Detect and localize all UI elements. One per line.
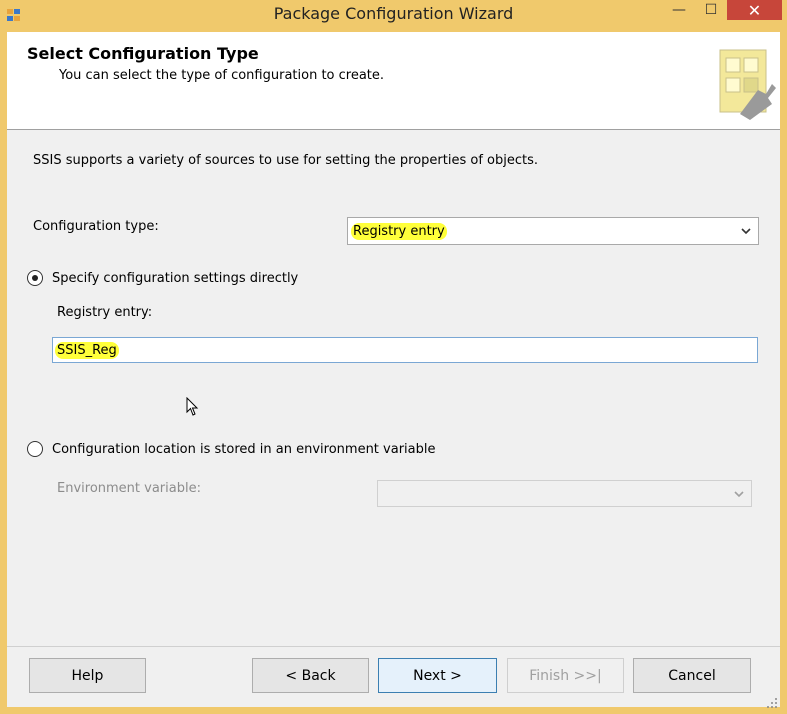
wizard-header: Select Configuration Type You can select… — [7, 32, 780, 130]
mouse-pointer-icon — [186, 397, 199, 416]
configuration-type-label: Configuration type: — [33, 219, 159, 234]
registry-entry-value: SSIS_Reg — [55, 342, 119, 359]
chevron-down-icon — [741, 228, 751, 235]
wizard-content: SSIS supports a variety of sources to us… — [7, 131, 780, 646]
chevron-down-icon — [734, 491, 744, 498]
radio-direct-label: Specify configuration settings directly — [52, 270, 299, 286]
page-subtitle: You can select the type of configuration… — [59, 68, 385, 83]
environment-variable-label: Environment variable: — [57, 481, 201, 496]
cancel-button[interactable]: Cancel — [633, 658, 751, 693]
intro-text: SSIS supports a variety of sources to us… — [33, 153, 539, 168]
title-bar[interactable]: Package Configuration Wizard — ☐ ✕ — [0, 0, 787, 32]
radio-direct-settings[interactable]: Specify configuration settings directly — [27, 270, 298, 286]
radio-env-label: Configuration location is stored in an e… — [52, 441, 436, 457]
maximize-button[interactable]: ☐ — [696, 0, 726, 20]
radio-environment-variable[interactable]: Configuration location is stored in an e… — [27, 441, 435, 457]
footer-divider — [7, 646, 780, 647]
registry-entry-input[interactable]: SSIS_Reg — [52, 337, 758, 363]
environment-variable-select[interactable] — [377, 480, 752, 507]
back-button[interactable]: < Back — [252, 658, 369, 693]
radio-button-checked[interactable] — [27, 270, 43, 286]
next-button[interactable]: Next > — [378, 658, 497, 693]
configuration-type-value: Registry entry — [351, 223, 447, 240]
finish-button[interactable]: Finish >>| — [507, 658, 624, 693]
help-button[interactable]: Help — [29, 658, 146, 693]
registry-entry-label: Registry entry: — [57, 305, 153, 320]
radio-button-unchecked[interactable] — [27, 441, 43, 457]
resize-grip-icon[interactable] — [766, 697, 778, 709]
minimize-button[interactable]: — — [664, 0, 694, 20]
configuration-wizard-icon — [719, 49, 776, 120]
configuration-type-select[interactable]: Registry entry — [347, 217, 759, 245]
close-button[interactable]: ✕ — [727, 0, 782, 20]
page-title: Select Configuration Type — [27, 44, 259, 63]
